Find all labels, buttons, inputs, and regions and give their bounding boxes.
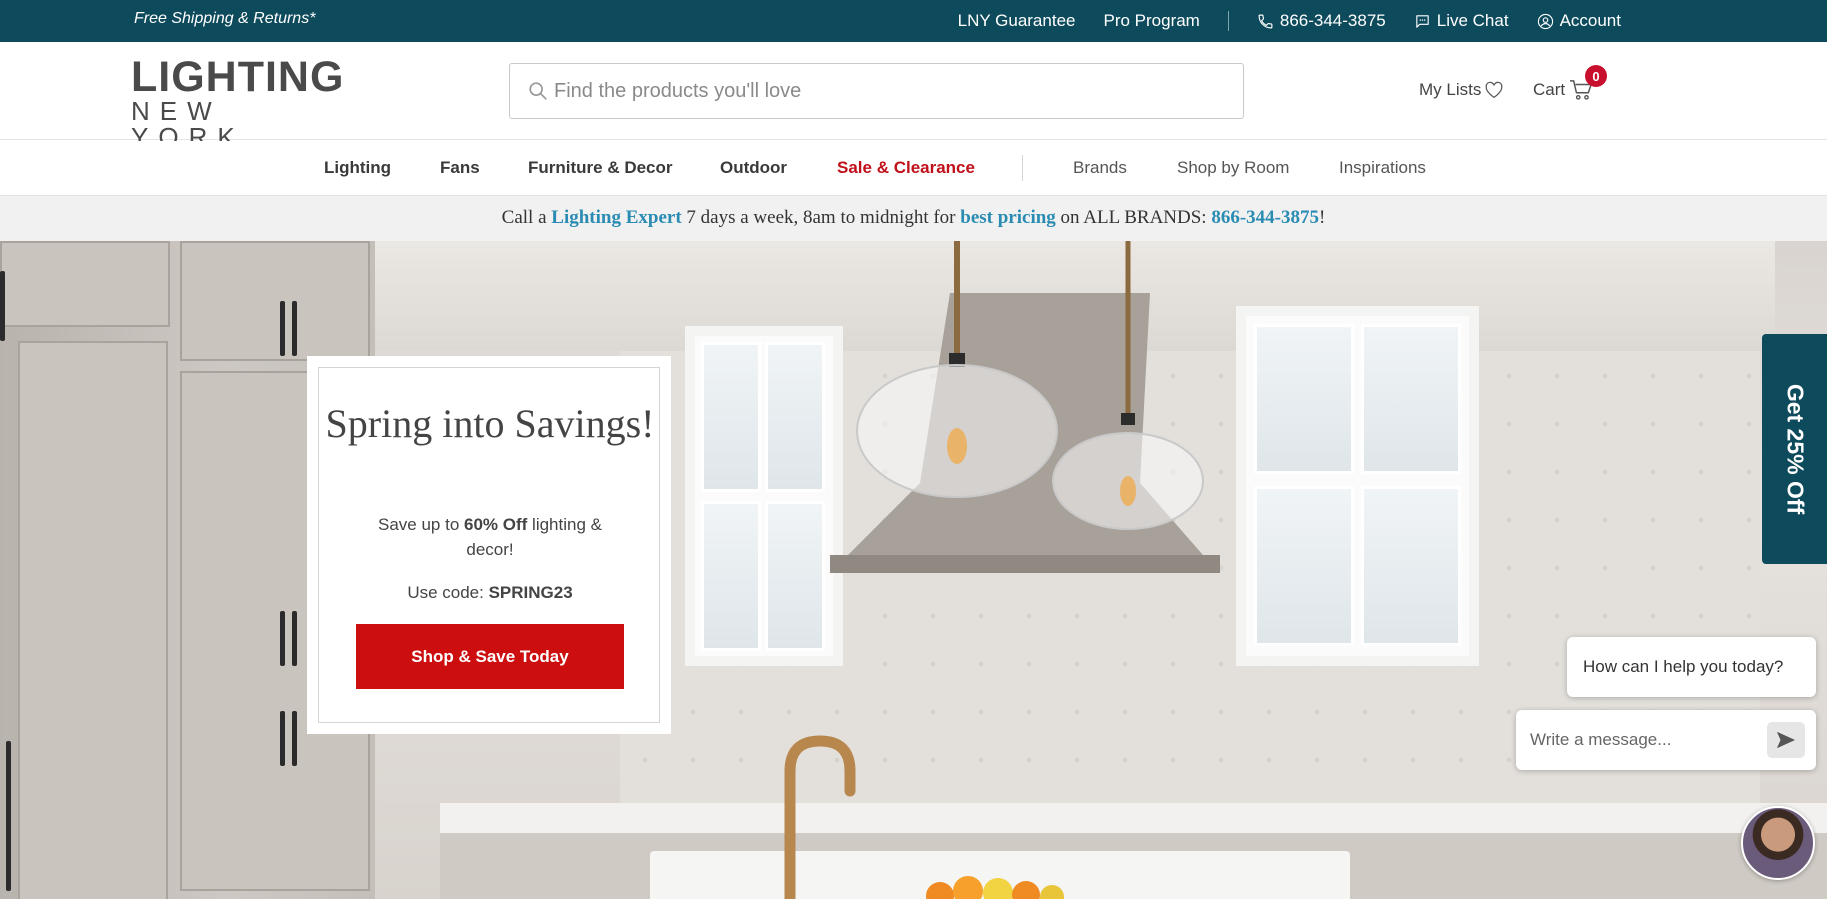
logo-line-1: LIGHTING <box>131 53 345 101</box>
guarantee-link[interactable]: LNY Guarantee <box>958 11 1076 31</box>
phone-number: 866-344-3875 <box>1279 11 1386 30</box>
utility-divider <box>1227 11 1229 31</box>
strip-text-1: Call a <box>501 207 552 228</box>
lighting-expert-link[interactable]: Lighting Expert <box>551 207 681 228</box>
search-box[interactable] <box>509 63 1244 119</box>
search-icon <box>529 82 547 100</box>
phone-link[interactable]: 866-344-3875 <box>1257 11 1386 31</box>
cart-label: Cart <box>1533 80 1566 99</box>
chat-agent-avatar[interactable] <box>1741 806 1815 880</box>
chat-message-box <box>1516 710 1816 770</box>
send-icon <box>1776 731 1796 749</box>
window-right <box>1236 306 1479 666</box>
nav-furniture-decor[interactable]: Furniture & Decor <box>528 158 673 178</box>
account-icon <box>1537 13 1553 29</box>
nav-brands[interactable]: Brands <box>1073 158 1127 178</box>
account-label: Account <box>1559 11 1621 30</box>
nav-sale-clearance[interactable]: Sale & Clearance <box>837 158 975 178</box>
strip-text-3: on ALL BRANDS: <box>1055 207 1212 228</box>
utility-links: LNY Guarantee Pro Program 866-344-3875 L… <box>958 0 1621 42</box>
promo-code-text: Use code: SPRING23 <box>407 583 573 602</box>
shipping-message[interactable]: Free Shipping & Returns* <box>134 10 315 28</box>
strip-phone-link[interactable]: 866-344-3875 <box>1211 207 1319 228</box>
phone-icon <box>1258 14 1273 28</box>
promo-save-text: Save up to 60% Off lighting & decor! <box>378 515 602 559</box>
chat-message-input[interactable] <box>1530 710 1750 770</box>
cart-link[interactable]: Cart 0 <box>1533 65 1607 101</box>
chat-icon <box>1416 14 1429 28</box>
faucet <box>784 735 856 899</box>
chat-send-button[interactable] <box>1767 722 1805 758</box>
search-input[interactable] <box>554 64 1234 118</box>
account-link[interactable]: Account <box>1537 11 1621 31</box>
nav-lighting[interactable]: Lighting <box>324 158 391 178</box>
discount-side-tab-label: Get 25% Off <box>1782 383 1808 515</box>
expert-promo-strip: Call a Lighting Expert 7 days a week, 8a… <box>0 195 1827 241</box>
cart-count-badge: 0 <box>1585 65 1607 87</box>
nav-fans[interactable]: Fans <box>440 158 480 178</box>
site-logo[interactable]: LIGHTING NEW YORK <box>131 53 351 151</box>
window-left <box>685 326 843 666</box>
live-chat-label: Live Chat <box>1436 11 1509 30</box>
nav-shop-by-room[interactable]: Shop by Room <box>1177 158 1289 178</box>
discount-side-tab[interactable]: Get 25% Off <box>1762 334 1827 564</box>
promo-card-frame: Spring into Savings! Save up to 60% Off … <box>318 367 660 723</box>
main-nav: Lighting Fans Furniture & Decor Outdoor … <box>0 141 1827 195</box>
nav-inspirations[interactable]: Inspirations <box>1339 158 1426 178</box>
utility-bar: Free Shipping & Returns* LNY Guarantee P… <box>0 0 1827 42</box>
countertop <box>440 803 1827 833</box>
shop-save-button[interactable]: Shop & Save Today <box>356 624 624 689</box>
promo-discount: 60% Off <box>464 515 528 534</box>
fruit-bowl <box>926 876 1064 899</box>
my-lists-label: My Lists <box>1419 80 1482 99</box>
promo-title: Spring into Savings! <box>325 401 655 446</box>
site-header: LIGHTING NEW YORK My Lists Cart 0 <box>0 42 1827 150</box>
pendant-lights <box>856 241 1204 530</box>
nav-divider <box>1022 155 1023 181</box>
strip-text-2: 7 days a week, 8am to midnight for <box>681 207 961 228</box>
live-chat-link[interactable]: Live Chat <box>1414 11 1509 31</box>
promo-code: SPRING23 <box>488 583 573 602</box>
my-lists-link[interactable]: My Lists <box>1419 80 1504 100</box>
heart-icon <box>1485 81 1503 99</box>
hero-kitchen-image[interactable] <box>0 241 1827 899</box>
strip-text-4: ! <box>1319 207 1326 228</box>
nav-outdoor[interactable]: Outdoor <box>720 158 787 178</box>
promo-card: Spring into Savings! Save up to 60% Off … <box>307 356 671 734</box>
pro-program-link[interactable]: Pro Program <box>1103 11 1199 31</box>
best-pricing-link[interactable]: best pricing <box>960 207 1056 228</box>
chat-greeting-bubble[interactable]: How can I help you today? <box>1567 637 1816 697</box>
